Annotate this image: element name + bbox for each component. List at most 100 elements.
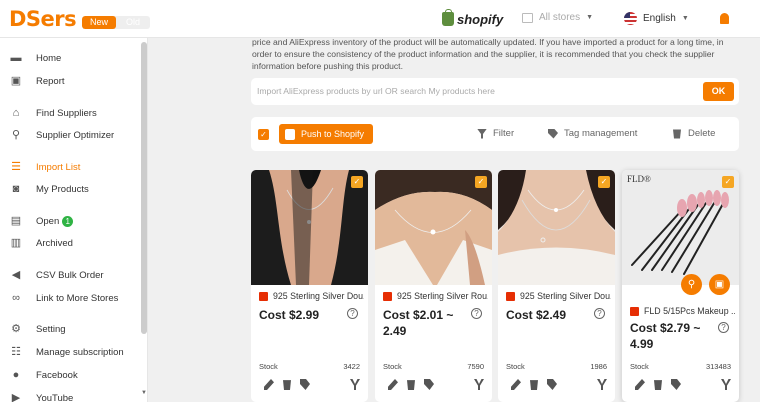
sidebar-scrollbar[interactable]	[141, 42, 147, 334]
sidebar-item-label: Setting	[36, 323, 66, 335]
product-card[interactable]: ✓ 925 Sterling Silver Dou... Cost $2.99 …	[251, 170, 368, 402]
version-new-option[interactable]: New	[82, 16, 116, 29]
split-icon[interactable]	[597, 379, 607, 390]
shopify-bag-icon	[442, 9, 454, 26]
version-toggle[interactable]: New Old	[82, 16, 150, 29]
product-cost: Cost $2.01 ~ 2.49	[383, 308, 454, 338]
import-search-input[interactable]: Import AliExpress products by url OR sea…	[257, 86, 495, 96]
edit-icon[interactable]	[264, 379, 274, 390]
scroll-down-arrow-icon[interactable]: ▼	[141, 390, 147, 396]
platform-label: shopify	[457, 11, 504, 27]
trash-icon[interactable]	[407, 380, 415, 390]
tag-icon[interactable]	[671, 379, 681, 390]
product-image[interactable]	[622, 170, 739, 285]
sidebar-item-my-products[interactable]: ◙ My Products	[0, 179, 140, 199]
sidebar-item-manage-subscription[interactable]: ☷ Manage subscription	[0, 342, 140, 362]
aliexpress-icon	[506, 291, 515, 301]
sidebar-item-archived[interactable]: ▥ Archived	[0, 233, 140, 253]
product-title-text: 925 Sterling Silver Rou...	[397, 291, 488, 301]
search-supplier-button[interactable]: ⚲	[681, 274, 702, 295]
product-checkbox[interactable]: ✓	[351, 176, 363, 188]
product-title[interactable]: 925 Sterling Silver Dou...	[259, 291, 364, 301]
trash-icon	[673, 129, 681, 139]
find-suppliers-icon: ⌂	[12, 107, 20, 119]
product-title[interactable]: 925 Sterling Silver Rou...	[383, 291, 488, 301]
delete-button[interactable]: Delete	[672, 128, 715, 139]
product-card[interactable]: ✓ 925 Sterling Silver Dou... Cost $2.49 …	[498, 170, 615, 402]
stock-label: Stock	[630, 362, 649, 371]
product-checkbox[interactable]: ✓	[475, 176, 487, 188]
sidebar-item-label: My Products	[36, 183, 89, 195]
push-to-shopify-button[interactable]: ▣	[709, 274, 730, 295]
product-cost: Cost $2.79 ~ 4.99	[630, 321, 701, 351]
stock-value: 1986	[590, 362, 607, 371]
tag-icon[interactable]	[424, 379, 434, 390]
edit-icon[interactable]	[388, 379, 398, 390]
store-selector[interactable]: All stores ▼	[522, 12, 593, 23]
product-card[interactable]: ✓ 925 Sterling Silver Rou... Cost $2.01 …	[375, 170, 492, 402]
stock-value: 3422	[343, 362, 360, 371]
product-title[interactable]: 925 Sterling Silver Dou...	[506, 291, 611, 301]
sidebar-item-label: Report	[36, 75, 65, 87]
tag-icon[interactable]	[547, 379, 557, 390]
product-image[interactable]	[251, 170, 368, 285]
help-icon[interactable]: ?	[471, 308, 482, 319]
sidebar-item-label: Manage subscription	[36, 346, 124, 358]
tag-management-button[interactable]: Tag management	[548, 128, 637, 139]
stock-value: 7590	[467, 362, 484, 371]
trash-icon[interactable]	[283, 380, 291, 390]
sidebar-item-import-list[interactable]: ☰ Import List	[0, 157, 140, 177]
product-checkbox[interactable]: ✓	[598, 176, 610, 188]
split-icon[interactable]	[350, 379, 360, 390]
card-actions	[635, 379, 731, 391]
sidebar-item-link-stores[interactable]: ∞ Link to More Stores	[0, 288, 140, 308]
sidebar-item-setting[interactable]: ⚙ Setting	[0, 319, 140, 339]
sidebar-item-csv-bulk-order[interactable]: ◀ CSV Bulk Order	[0, 265, 140, 285]
trash-icon[interactable]	[654, 380, 662, 390]
product-title[interactable]: FLD 5/15Pcs Makeup ...	[630, 306, 735, 316]
trash-icon[interactable]	[530, 380, 538, 390]
sidebar-item-find-suppliers[interactable]: ⌂ Find Suppliers	[0, 103, 140, 123]
help-icon[interactable]: ?	[594, 308, 605, 319]
split-icon[interactable]	[721, 379, 731, 390]
gear-icon: ⚙	[11, 323, 21, 335]
help-icon[interactable]: ?	[347, 308, 358, 319]
product-title-text: 925 Sterling Silver Dou...	[520, 291, 611, 301]
push-to-shopify-label: Push to Shopify	[301, 129, 365, 139]
product-cost: Cost $2.49	[506, 308, 567, 322]
filter-label: Filter	[493, 128, 515, 139]
import-list-icon: ☰	[11, 161, 21, 173]
split-icon[interactable]	[474, 379, 484, 390]
filter-button[interactable]: Filter	[477, 128, 514, 139]
sidebar-item-home[interactable]: ▬ Home	[0, 48, 140, 68]
dsers-logo[interactable]: DSers	[9, 7, 77, 31]
ok-button[interactable]: OK	[703, 82, 734, 101]
edit-icon[interactable]	[511, 379, 521, 390]
sidebar-item-open[interactable]: ▤ Open 1	[0, 211, 140, 231]
sidebar-item-facebook[interactable]: ● Facebook	[0, 365, 140, 385]
sidebar-item-supplier-optimizer[interactable]: ⚲ Supplier Optimizer	[0, 125, 140, 145]
edit-icon[interactable]	[635, 379, 645, 390]
card-actions	[511, 379, 607, 391]
aliexpress-icon	[259, 291, 268, 301]
product-checkbox[interactable]: ✓	[722, 176, 734, 188]
notification-bell-icon[interactable]	[720, 13, 729, 24]
sidebar-item-report[interactable]: ▣ Report	[0, 71, 140, 91]
select-all-checkbox[interactable]: ✓	[258, 129, 269, 140]
language-selector[interactable]: English ▼	[624, 12, 689, 25]
push-to-shopify-button[interactable]: Push to Shopify	[279, 124, 373, 144]
product-card[interactable]: FLD® ✓ ⚲ ▣ FLD 5/15Pcs Makeup ... Cost $…	[622, 170, 739, 402]
version-old-option[interactable]: Old	[116, 16, 150, 29]
archive-icon: ▥	[10, 237, 22, 249]
stock-label: Stock	[506, 362, 525, 371]
product-title-text: 925 Sterling Silver Dou...	[273, 291, 364, 301]
chevron-down-icon: ▼	[586, 14, 594, 21]
sidebar-item-label: YouTube	[36, 392, 74, 402]
help-icon[interactable]: ?	[718, 322, 729, 333]
product-image[interactable]	[498, 170, 615, 285]
tag-icon[interactable]	[300, 379, 310, 390]
sidebar-item-youtube[interactable]: ▶ YouTube	[0, 388, 140, 402]
product-image[interactable]	[375, 170, 492, 285]
sidebar-item-label: Home	[36, 52, 62, 64]
bag-icon: ◙	[12, 183, 20, 195]
